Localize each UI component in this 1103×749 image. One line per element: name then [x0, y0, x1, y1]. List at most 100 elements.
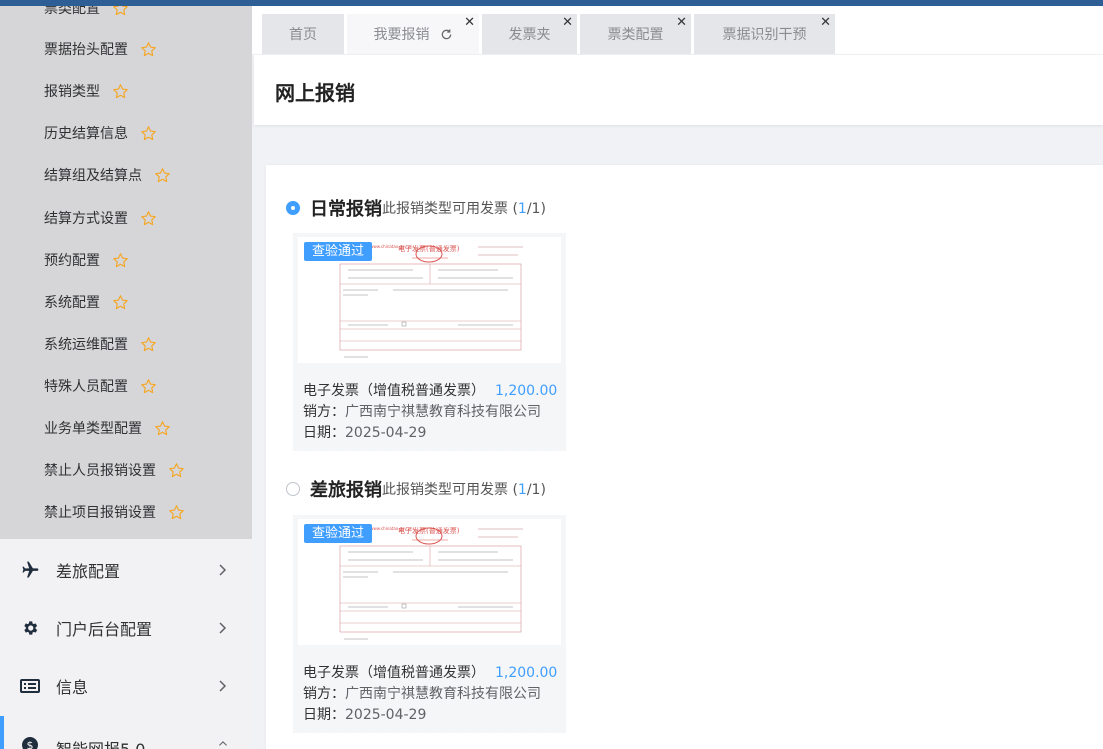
chevron-right-icon [219, 680, 227, 692]
radio-button[interactable] [286, 201, 300, 215]
sidebar-menu-label: 差旅配置 [56, 562, 121, 581]
sidebar-item-appointment-config[interactable]: 预约配置 [44, 249, 130, 273]
reimburse-type-panel: 日常报销 此报销类型可用发票 (1/1) http://www.chinatax… [266, 165, 1103, 749]
desc-text: 此报销类型可用发票 ( [382, 201, 518, 217]
chevron-right-icon [219, 622, 227, 634]
available-count: 1 [517, 482, 527, 498]
verified-badge: 查验通过 [304, 242, 373, 261]
invoice-card[interactable]: http://www.chinatax.gov.cn 电子发票(普通发票) 查验… [293, 233, 566, 457]
sidebar-item-label: 历史结算信息 [44, 126, 128, 142]
sidebar-item-settlement-method[interactable]: 结算方式设置 [44, 207, 158, 231]
verified-badge: 查验通过 [304, 524, 373, 543]
sidebar-item-special-staff[interactable]: 特殊人员配置 [44, 375, 158, 399]
invoice-thumbnail[interactable]: http://www.chinatax.gov.cn 电子发票(普通发票) 查验… [298, 519, 561, 645]
invoice-date: 2025-04-29 [345, 425, 427, 441]
star-icon[interactable] [168, 504, 186, 522]
sidebar-menu-smart-reimburse[interactable]: $ 智能网报5.0 [0, 716, 252, 749]
invoice-card[interactable]: http://www.chinatax.gov.cn 电子发票(普通发票) 查验… [293, 515, 566, 739]
tab-ticket-recognition[interactable]: 票据识别干预 ✕ [694, 14, 835, 54]
tab-label: 发票夹 [508, 27, 551, 43]
seller-name: 广西南宁祺慧教育科技有限公司 [345, 404, 541, 420]
ticket-edge [293, 447, 566, 457]
seller-label: 销方： [303, 686, 345, 702]
total-count: /1) [526, 482, 546, 498]
reimburse-type-travel[interactable]: 差旅报销 此报销类型可用发票 (1/1) [286, 475, 546, 503]
sidebar-item-label: 禁止项目报销设置 [44, 505, 156, 521]
total-count: /1) [526, 201, 546, 217]
invoice-thumbnail[interactable]: http://www.chinatax.gov.cn 电子发票(普通发票) 查验… [298, 237, 561, 363]
star-icon[interactable] [140, 41, 158, 59]
star-icon[interactable] [140, 125, 158, 143]
star-icon[interactable] [140, 336, 158, 354]
sidebar-submenu: 票类配置 票据抬头配置 报销类型 历史结算信息 结算组及结算点 结算方式设置 预… [0, 0, 252, 539]
seller-name: 广西南宁祺慧教育科技有限公司 [345, 686, 541, 702]
tab-bar: 首页 我要报销 ✕ 发票夹 ✕ 票类配置 ✕ 票据识别干预 ✕ [252, 6, 1103, 54]
sidebar-item-history-settlement[interactable]: 历史结算信息 [44, 122, 158, 146]
radio-button[interactable] [286, 482, 300, 496]
tab-label: 首页 [289, 27, 317, 43]
reimburse-type-title: 差旅报销 [310, 480, 382, 501]
sidebar-item-ban-project[interactable]: 禁止项目报销设置 [44, 501, 186, 525]
tab-invoice-folder[interactable]: 发票夹 ✕ [482, 14, 577, 54]
seller-label: 销方： [303, 404, 345, 420]
sidebar-item-system-config[interactable]: 系统配置 [44, 291, 130, 315]
star-icon[interactable] [168, 462, 186, 480]
sidebar-item-reimburse-type[interactable]: 报销类型 [44, 80, 130, 104]
invoice-info: 电子发票（增值税普通发票） 1,200.00 销方：广西南宁祺慧教育科技有限公司 … [303, 381, 557, 444]
sidebar-item-ops-config[interactable]: 系统运维配置 [44, 333, 158, 357]
tab-label: 票类配置 [607, 27, 664, 43]
reimburse-type-daily[interactable]: 日常报销 此报销类型可用发票 (1/1) [286, 194, 546, 222]
tab-label: 我要报销 [373, 27, 430, 43]
sidebar-menu-label: 门户后台配置 [56, 620, 153, 639]
invoice-seller-row: 销方：广西南宁祺慧教育科技有限公司 [303, 402, 557, 423]
dollar-coin-icon: $ [20, 735, 40, 749]
reimburse-type-title: 日常报销 [310, 199, 382, 220]
tab-home[interactable]: 首页 [262, 14, 344, 54]
sidebar-item-ticket-header-config[interactable]: 票据抬头配置 [44, 38, 158, 62]
page-header: 网上报销 [254, 55, 1103, 125]
sidebar-item-label: 特殊人员配置 [44, 379, 128, 395]
sidebar-menu-portal-config[interactable]: 门户后台配置 [0, 599, 252, 657]
star-icon[interactable] [140, 378, 158, 396]
star-icon[interactable] [112, 83, 130, 101]
invoice-date: 2025-04-29 [345, 707, 427, 723]
chevron-right-icon [219, 564, 227, 576]
sidebar-item-ban-staff[interactable]: 禁止人员报销设置 [44, 459, 186, 483]
star-icon[interactable] [154, 167, 172, 185]
star-icon[interactable] [154, 420, 172, 438]
invoice-name: 电子发票（增值税普通发票） [303, 383, 485, 399]
sidebar-item-label: 票据抬头配置 [44, 42, 128, 58]
close-icon[interactable]: ✕ [562, 16, 573, 30]
invoice-amount: 1,200.00 [495, 383, 558, 399]
tab-reimburse[interactable]: 我要报销 ✕ [347, 14, 479, 54]
star-icon[interactable] [112, 252, 130, 270]
sidebar-menu-travel-config[interactable]: 差旅配置 [0, 541, 252, 599]
close-icon[interactable]: ✕ [820, 16, 831, 30]
sidebar-item-label: 结算组及结算点 [44, 168, 142, 184]
list-icon [20, 676, 40, 696]
airplane-icon [20, 560, 40, 580]
chevron-up-icon [219, 741, 227, 746]
tab-ticket-type-config[interactable]: 票类配置 ✕ [580, 14, 691, 54]
ticket-edge [293, 729, 566, 739]
sidebar-item-settlement-group[interactable]: 结算组及结算点 [44, 164, 172, 188]
invoice-seller-row: 销方：广西南宁祺慧教育科技有限公司 [303, 684, 557, 705]
sidebar: 票类配置 票据抬头配置 报销类型 历史结算信息 结算组及结算点 结算方式设置 预… [0, 0, 252, 749]
sidebar-menu-label: 信息 [56, 678, 89, 697]
sidebar-item-label: 禁止人员报销设置 [44, 463, 156, 479]
svg-text:$: $ [27, 739, 34, 749]
sidebar-item-business-doc-type[interactable]: 业务单类型配置 [44, 417, 172, 441]
desc-text: 此报销类型可用发票 ( [382, 482, 518, 498]
star-icon[interactable] [112, 294, 130, 312]
gear-icon [20, 618, 40, 638]
invoice-amount: 1,200.00 [495, 665, 558, 681]
invoice-date-row: 日期：2025-04-29 [303, 705, 557, 726]
refresh-icon[interactable] [440, 28, 453, 41]
close-icon[interactable]: ✕ [464, 16, 475, 30]
star-icon[interactable] [140, 210, 158, 228]
close-icon[interactable]: ✕ [676, 16, 687, 30]
top-accent-bar [0, 0, 1103, 6]
sidebar-menu-info[interactable]: 信息 [0, 657, 252, 715]
reimburse-type-desc: 此报销类型可用发票 (1/1) [382, 479, 546, 499]
sidebar-item-label: 业务单类型配置 [44, 421, 142, 437]
